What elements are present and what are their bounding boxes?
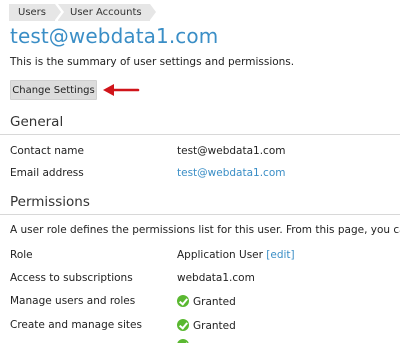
contact-name-label: Contact name [10, 145, 84, 157]
manage-users-status: Granted [193, 296, 236, 308]
create-sites-status: Granted [193, 320, 236, 332]
breadcrumb: Users User Accounts [9, 4, 156, 21]
access-subscriptions-value: webdata1.com [177, 272, 255, 284]
role-name: Application User [177, 249, 263, 261]
permissions-divider [0, 214, 400, 215]
contact-name-value: test@webdata1.com [177, 145, 286, 157]
create-sites-value: Granted [177, 319, 236, 332]
access-subscriptions-label: Access to subscriptions [10, 272, 133, 284]
manage-users-label: Manage users and roles [10, 295, 136, 307]
page-title: test@webdata1.com [10, 24, 219, 48]
general-divider [0, 134, 400, 135]
breadcrumb-user-accounts[interactable]: User Accounts [58, 4, 156, 21]
permissions-heading: Permissions [10, 194, 90, 210]
create-sites-label: Create and manage sites [10, 319, 142, 331]
user-summary-page: Users User Accounts test@webdata1.com Th… [0, 0, 400, 343]
email-address-label: Email address [10, 167, 84, 179]
role-label: Role [10, 249, 33, 261]
change-settings-button[interactable]: Change Settings [10, 80, 97, 100]
role-value: Application User [edit] [177, 249, 295, 261]
permissions-description: A user role defines the permissions list… [10, 224, 400, 236]
general-heading: General [10, 114, 64, 130]
role-edit-link[interactable]: [edit] [266, 249, 294, 261]
summary-text: This is the summary of user settings and… [10, 56, 295, 68]
check-circle-icon [177, 319, 189, 331]
breadcrumb-users[interactable]: Users [9, 4, 62, 21]
email-address-link[interactable]: test@webdata1.com [177, 167, 285, 179]
red-arrow-icon [103, 84, 140, 96]
check-circle-icon [177, 339, 189, 343]
manage-users-value: Granted [177, 295, 236, 308]
check-circle-icon [177, 295, 189, 307]
